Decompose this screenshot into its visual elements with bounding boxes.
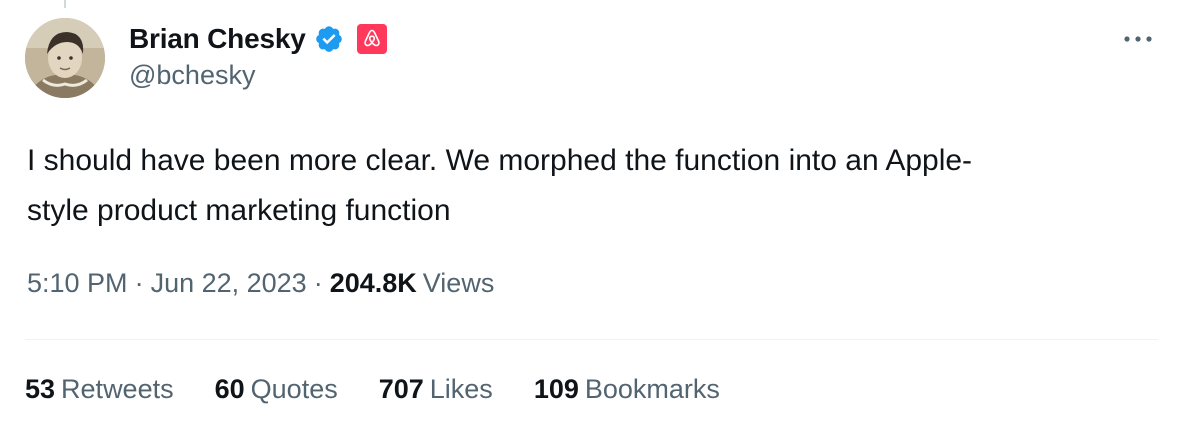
stat-label: Quotes [250,374,338,404]
avatar[interactable] [25,18,105,98]
stat-count: 707 [378,374,424,404]
bookmarks-stat[interactable]: 109 Bookmarks [534,374,720,405]
tweet-time[interactable]: 5:10 PM [27,268,128,299]
likes-stat[interactable]: 707 Likes [379,374,493,405]
stat-count: 109 [533,374,579,404]
author-name-row: Brian Chesky [129,22,388,56]
stat-label: Retweets [61,374,174,404]
stat-count: 60 [214,374,245,404]
thread-connector-line [64,0,66,8]
tweet-text-line: style product marketing function [27,194,451,227]
stat-label: Likes [429,374,493,404]
more-options-button[interactable] [1118,24,1158,54]
tweet-date[interactable]: Jun 22, 2023 [151,268,307,299]
avatar-photo [25,18,105,98]
quotes-stat[interactable]: 60 Quotes [215,374,338,405]
author-display-name[interactable]: Brian Chesky [129,23,306,55]
views-label: Views [422,268,495,298]
author-handle[interactable]: @bchesky [129,60,255,91]
views-count: 204.8K [329,268,417,298]
tweet-text: I should have been more clear. We morphe… [27,136,1147,236]
engagement-stats: 53 Retweets 60 Quotes 707 Likes 109 Book… [25,374,720,405]
meta-separator: · [134,268,144,298]
retweets-stat[interactable]: 53 Retweets [25,374,174,405]
tweet-text-line: I should have been more clear. We morphe… [27,144,973,177]
airbnb-logo-icon[interactable] [356,23,388,55]
meta-separator: · [313,268,323,298]
verified-badge-icon [314,24,344,54]
stat-label: Bookmarks [584,374,720,404]
divider [25,339,1158,340]
more-dots-icon [1124,36,1152,42]
stat-count: 53 [25,374,56,404]
tweet-meta: 5:10 PM · Jun 22, 2023 · 204.8K Views [27,268,494,299]
